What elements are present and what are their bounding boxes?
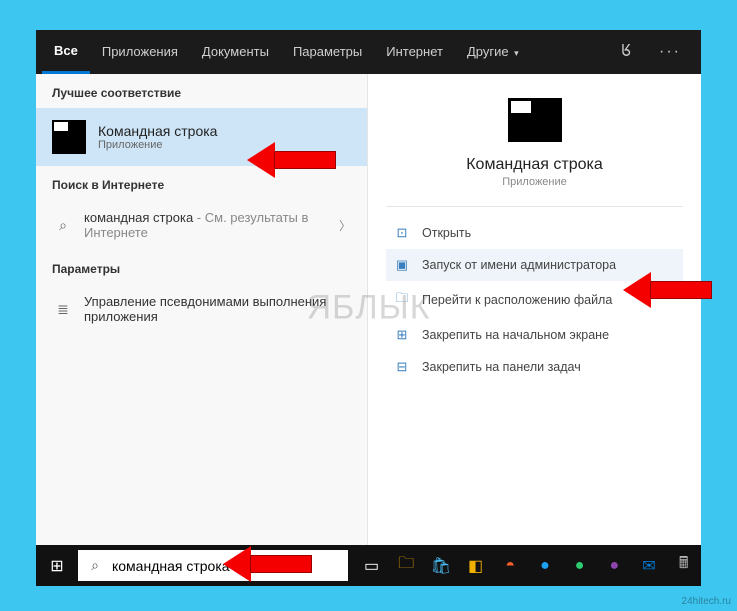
folder-icon: 🗀 [392, 289, 412, 311]
admin-icon: ▣ [392, 257, 412, 273]
taskbar-app-4[interactable]: ◓ [493, 545, 528, 586]
tab-web[interactable]: Интернет [374, 30, 455, 74]
results-left-pane: Лучшее соответствие Командная строка При… [36, 74, 368, 545]
action-open[interactable]: ⊡Открыть [386, 217, 683, 249]
open-icon: ⊡ [392, 225, 412, 241]
search-input[interactable] [112, 558, 348, 574]
action-pin-taskbar[interactable]: ⊟Закрепить на панели задач [386, 351, 683, 383]
taskbar-app-5[interactable]: ● [528, 545, 563, 586]
taskbar-app-7[interactable]: ● [597, 545, 632, 586]
action-open-location[interactable]: 🗀Перейти к расположению файла [386, 281, 683, 319]
taskbar-app-9[interactable]: 🖩 [666, 545, 701, 586]
search-icon: ⌕ [78, 557, 112, 574]
section-web: Поиск в Интернете [36, 166, 367, 200]
pin-taskbar-icon: ⊟ [392, 359, 412, 375]
filter-tabs: Все Приложения Документы Параметры Интер… [36, 30, 701, 74]
section-settings: Параметры [36, 250, 367, 284]
taskbar-search[interactable]: ⌕ [78, 550, 348, 581]
best-match-title: Командная строка [98, 123, 217, 139]
action-pin-start[interactable]: ⊞Закрепить на начальном экране [386, 319, 683, 351]
search-icon: ⌕ [52, 217, 74, 234]
tab-apps[interactable]: Приложения [90, 30, 190, 74]
start-button[interactable]: ⊞ [36, 545, 78, 586]
chevron-right-icon: 〉 [339, 217, 351, 234]
window-frame: Все Приложения Документы Параметры Интер… [36, 30, 701, 586]
more-icon[interactable]: ··· [645, 43, 695, 61]
preview-pane: Командная строка Приложение ⊡Открыть ▣За… [368, 74, 701, 545]
feedback-icon[interactable]: ᖉ [608, 43, 645, 61]
cmd-icon [52, 120, 86, 154]
tab-settings[interactable]: Параметры [281, 30, 374, 74]
search-panel: Все Приложения Документы Параметры Интер… [36, 30, 701, 545]
preview-title: Командная строка [466, 156, 603, 174]
tab-documents[interactable]: Документы [190, 30, 281, 74]
preview-subtitle: Приложение [502, 176, 567, 188]
credit-text: 24hitech.ru [682, 596, 731, 607]
divider [386, 206, 683, 207]
best-match-subtitle: Приложение [98, 139, 217, 151]
cmd-large-icon [508, 98, 562, 142]
pin-start-icon: ⊞ [392, 327, 412, 343]
taskbar-app-3[interactable]: ◧ [458, 545, 493, 586]
section-best-match: Лучшее соответствие [36, 74, 367, 108]
web-result-item[interactable]: ⌕ командная строка - См. результаты в Ин… [36, 200, 367, 250]
results-body: Лучшее соответствие Командная строка При… [36, 74, 701, 545]
tab-more[interactable]: Другие ▾ [455, 30, 531, 74]
task-view-icon[interactable]: ▭ [354, 545, 389, 586]
chevron-down-icon: ▾ [512, 48, 519, 58]
settings-result-item[interactable]: ≣ Управление псевдонимами выполнения при… [36, 284, 367, 334]
taskbar-app-2[interactable]: 🛍 [424, 545, 459, 586]
action-run-as-admin[interactable]: ▣Запуск от имени администратора [386, 249, 683, 281]
list-icon: ≣ [52, 301, 74, 318]
taskbar: ⊞ ⌕ ▭ 🗀 🛍 ◧ ◓ ● ● ● ✉ 🖩 [36, 545, 701, 586]
best-match-item[interactable]: Командная строка Приложение [36, 108, 367, 166]
tab-all[interactable]: Все [42, 30, 90, 74]
taskbar-app-6[interactable]: ● [562, 545, 597, 586]
taskbar-app-8[interactable]: ✉ [632, 545, 667, 586]
taskbar-app-1[interactable]: 🗀 [389, 545, 424, 586]
